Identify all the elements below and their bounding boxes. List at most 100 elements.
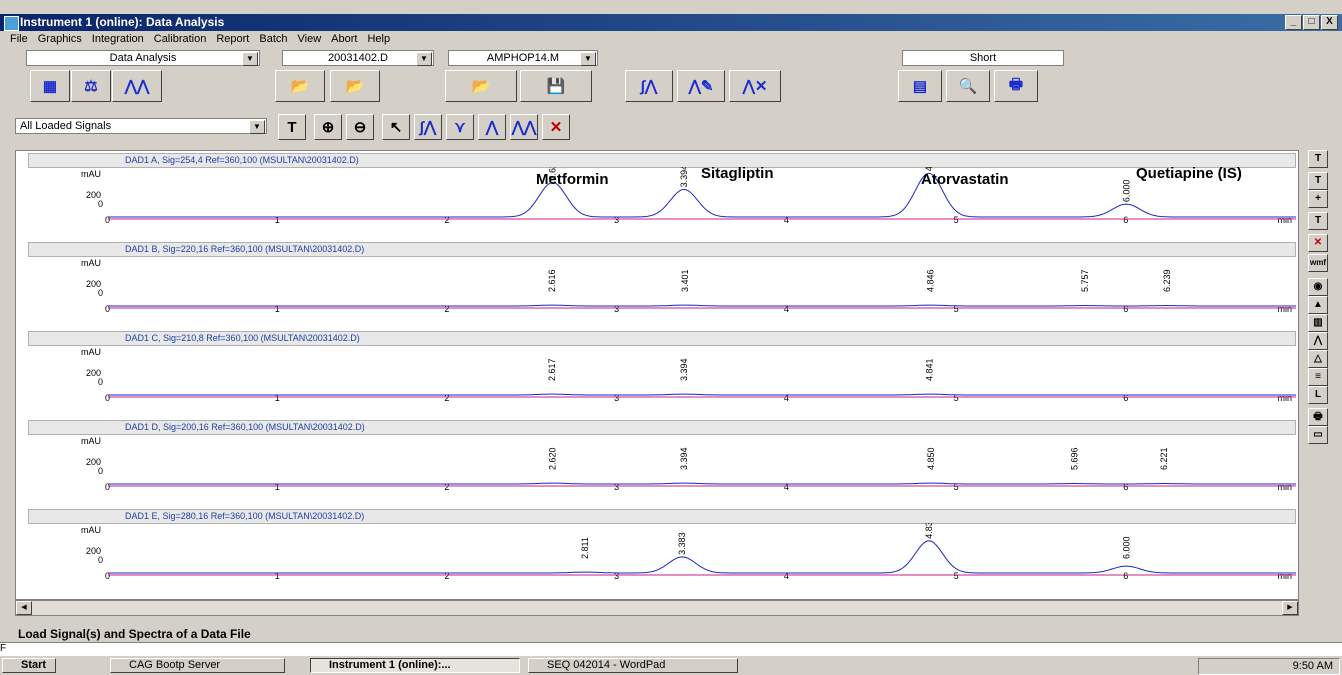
maximize-button[interactable]: □ bbox=[1303, 15, 1320, 30]
signal-view-icon[interactable]: ⋀⋀ bbox=[112, 70, 162, 102]
system-tray: 9:50 AM bbox=[1198, 658, 1340, 675]
color-icon[interactable]: ◉ bbox=[1308, 278, 1328, 296]
menu-help[interactable]: Help bbox=[367, 31, 390, 47]
task-label: CAG Bootp Server bbox=[129, 659, 221, 671]
text-tool-icon[interactable]: T bbox=[278, 114, 306, 140]
load-overlay-icon[interactable]: 📂 bbox=[330, 70, 380, 102]
bar-icon[interactable]: ▥ bbox=[1308, 314, 1328, 332]
y-unit-label: mAU bbox=[81, 347, 101, 357]
close-signal-icon[interactable]: T bbox=[1308, 150, 1328, 168]
view-select[interactable]: Data Analysis ▼ bbox=[26, 50, 260, 66]
menu-view[interactable]: View bbox=[298, 31, 322, 47]
text-icon[interactable]: T bbox=[1308, 172, 1328, 190]
print-report-icon[interactable]: 🖶 bbox=[994, 70, 1038, 102]
axis-icon[interactable]: L bbox=[1308, 386, 1328, 404]
y-tick-label: 0 bbox=[98, 377, 104, 387]
y-tick-label: 0 bbox=[98, 555, 104, 565]
signal-panel[interactable]: DAD1 C, Sig=210,8 Ref=360,100 (MSULTAN\2… bbox=[16, 329, 1298, 414]
clear-icon[interactable]: ✕ bbox=[542, 114, 570, 140]
peak-rt-label: 6.239 bbox=[1162, 269, 1172, 292]
report-close-icon[interactable]: ▤ bbox=[898, 70, 942, 102]
horizontal-scrollbar[interactable]: ◀ ▶ bbox=[15, 600, 1299, 616]
y-unit-label: mAU bbox=[81, 436, 101, 446]
method-select[interactable]: AMPHOP14.M ▼ bbox=[448, 50, 598, 66]
title-icon[interactable]: ≡ bbox=[1308, 368, 1328, 386]
signal-panel[interactable]: DAD1 D, Sig=200,16 Ref=360,100 (MSULTAN\… bbox=[16, 418, 1298, 503]
task-wordpad[interactable]: SEQ 042014 - WordPad bbox=[528, 658, 738, 673]
save-method-icon[interactable]: 💾 bbox=[520, 70, 592, 102]
menu-calibration[interactable]: Calibration bbox=[154, 31, 207, 47]
overlay-icon[interactable]: ⋀ bbox=[1308, 332, 1328, 350]
command-line-text: F bbox=[0, 643, 7, 654]
peak-rt-label: 6.221 bbox=[1159, 447, 1169, 470]
menu-integration[interactable]: Integration bbox=[92, 31, 144, 47]
datafile-select[interactable]: 20031402.D ▼ bbox=[282, 50, 434, 66]
dropdown-arrow-icon[interactable]: ▼ bbox=[580, 52, 596, 66]
task-label: SEQ 042014 - WordPad bbox=[547, 659, 666, 671]
task-instrument[interactable]: Instrument 1 (online):... bbox=[310, 658, 520, 673]
peak-rt-label: 4.850 bbox=[926, 447, 936, 470]
chromatogram-plot[interactable]: 2.616 3.401 4.846 5.757 6.239 bbox=[108, 256, 1296, 314]
arrow-up-icon[interactable]: ▲ bbox=[1308, 296, 1328, 314]
signal-select[interactable]: All Loaded Signals ▼ bbox=[15, 118, 267, 134]
wmf-export-icon[interactable]: wmf bbox=[1308, 254, 1328, 272]
pointer-icon[interactable]: ↖ bbox=[382, 114, 410, 140]
menu-file[interactable]: File bbox=[10, 31, 28, 47]
zoom-out-icon[interactable]: ⊖ bbox=[346, 114, 374, 140]
signal-panel[interactable]: DAD1 A, Sig=254,4 Ref=360,100 (MSULTAN\2… bbox=[16, 151, 1298, 236]
compound-name-label: Atorvastatin bbox=[921, 171, 1009, 188]
window-titlebar[interactable]: Instrument 1 (online): Data Analysis _ □… bbox=[0, 14, 1342, 31]
move-text-icon[interactable]: T bbox=[1308, 212, 1328, 230]
signal-header-text: DAD1 E, Sig=280,16 Ref=360,100 (MSULTAN\… bbox=[125, 511, 365, 521]
menu-report[interactable]: Report bbox=[216, 31, 249, 47]
manual-integration-icon[interactable]: ⋀✎ bbox=[677, 70, 725, 102]
add-text-icon[interactable]: + bbox=[1308, 190, 1328, 208]
menu-batch[interactable]: Batch bbox=[259, 31, 287, 47]
print-icon[interactable]: 🖶 bbox=[1308, 408, 1328, 426]
table-view-icon[interactable]: ▦ bbox=[30, 70, 70, 102]
scroll-left-icon[interactable]: ◀ bbox=[16, 601, 32, 615]
delete-text-icon[interactable]: ✕ bbox=[1308, 234, 1328, 252]
task-cag-bootp[interactable]: CAG Bootp Server bbox=[110, 658, 285, 673]
chromatogram-plot[interactable]: 2.811 3.383 4.837 6.000 bbox=[108, 523, 1296, 581]
dropdown-arrow-icon[interactable]: ▼ bbox=[416, 52, 432, 66]
chromatogram-plot[interactable]: 2.620 3.394 4.850 5.696 6.221 bbox=[108, 434, 1296, 492]
scroll-right-icon[interactable]: ▶ bbox=[1282, 601, 1298, 615]
spectrum-icon[interactable]: ⋎ bbox=[446, 114, 474, 140]
signal-trace bbox=[108, 393, 1296, 396]
chromatogram-plot[interactable]: 2.617 3.394 4.841 bbox=[108, 345, 1296, 403]
peak-purity-icon[interactable]: ⋀⋀ bbox=[510, 114, 538, 140]
minimize-button[interactable]: _ bbox=[1285, 15, 1302, 30]
calibration-icon[interactable]: ⚖ bbox=[71, 70, 111, 102]
integrate-icon[interactable]: ∫⋀ bbox=[625, 70, 673, 102]
load-signal-icon[interactable]: 📂 bbox=[275, 70, 325, 102]
close-button[interactable]: X bbox=[1321, 15, 1338, 30]
signal-panel-header: DAD1 C, Sig=210,8 Ref=360,100 (MSULTAN\2… bbox=[28, 331, 1296, 346]
menu-abort[interactable]: Abort bbox=[331, 31, 357, 47]
signal-select-value: All Loaded Signals bbox=[20, 120, 112, 132]
dropdown-arrow-icon[interactable]: ▼ bbox=[249, 120, 265, 134]
peak-integral-icon[interactable]: ∫⋀ bbox=[414, 114, 442, 140]
copy-icon[interactable]: ▭ bbox=[1308, 426, 1328, 444]
report-style-field[interactable]: Short bbox=[902, 50, 1064, 66]
zoom-in-icon[interactable]: ⊕ bbox=[314, 114, 342, 140]
peak-rt-label: 2.811 bbox=[580, 537, 590, 559]
signal-panel[interactable]: DAD1 E, Sig=280,16 Ref=360,100 (MSULTAN\… bbox=[16, 507, 1298, 592]
start-button[interactable]: Start bbox=[2, 658, 56, 673]
datafile-select-value: 20031402.D bbox=[328, 52, 388, 64]
chromatogram-area[interactable]: DAD1 A, Sig=254,4 Ref=360,100 (MSULTAN\2… bbox=[15, 150, 1299, 600]
signal-panel-header: DAD1 B, Sig=220,16 Ref=360,100 (MSULTAN\… bbox=[28, 242, 1296, 257]
peak-rt-label: 4.837 bbox=[924, 523, 934, 539]
report-preview-icon[interactable]: 🔍 bbox=[946, 70, 990, 102]
delete-integration-icon[interactable]: ⋀✕ bbox=[729, 70, 781, 102]
signal-panel[interactable]: DAD1 B, Sig=220,16 Ref=360,100 (MSULTAN\… bbox=[16, 240, 1298, 325]
dropdown-arrow-icon[interactable]: ▼ bbox=[242, 52, 258, 66]
stack-icon[interactable]: △ bbox=[1308, 350, 1328, 368]
load-method-icon[interactable]: 📂 bbox=[445, 70, 517, 102]
peak-rt-label: 3.401 bbox=[680, 269, 690, 292]
baseline-icon[interactable]: ⋀ bbox=[478, 114, 506, 140]
menu-graphics[interactable]: Graphics bbox=[38, 31, 82, 47]
signal-header-text: DAD1 B, Sig=220,16 Ref=360,100 (MSULTAN\… bbox=[125, 244, 365, 254]
command-line[interactable]: F bbox=[0, 642, 1342, 655]
report-style-value: Short bbox=[969, 52, 997, 64]
